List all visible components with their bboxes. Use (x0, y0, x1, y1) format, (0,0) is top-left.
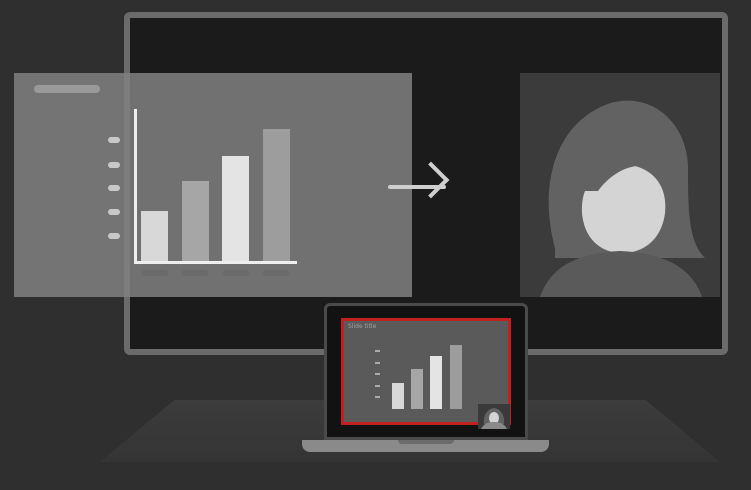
y-tick-placeholder (108, 137, 120, 143)
laptop-chart-bar (430, 356, 442, 409)
mini-y-tick (375, 385, 380, 387)
person-avatar-icon (481, 408, 507, 429)
x-label-placeholder (263, 270, 289, 276)
mini-y-tick (375, 373, 380, 375)
person-avatar-icon (540, 100, 705, 297)
chart-y-axis (134, 109, 137, 264)
laptop-slide-title: Slide title (348, 323, 377, 330)
mini-y-tick (375, 350, 380, 352)
participant-video-tile (520, 73, 720, 297)
slide-chart-bar (263, 129, 290, 261)
mini-y-tick (375, 396, 380, 398)
mini-y-tick (375, 362, 380, 364)
laptop-self-view-thumbnail (478, 404, 510, 429)
y-tick-placeholder (108, 209, 120, 215)
y-tick-placeholder (108, 162, 120, 168)
chart-x-axis (134, 261, 297, 264)
slide-title-placeholder (34, 85, 100, 93)
laptop-chart-bar (450, 345, 462, 409)
laptop-chart-bar (392, 383, 404, 409)
screen-sharing-illustration: Slide title (0, 0, 751, 490)
shared-slide (14, 73, 412, 297)
x-label-placeholder (182, 270, 208, 276)
laptop-chart-bar (411, 369, 423, 409)
slide-chart-bar (141, 211, 168, 261)
laptop-trackpad-notch (398, 440, 454, 444)
y-tick-placeholder (108, 185, 120, 191)
slide-chart-bar (182, 181, 209, 261)
slide-chart-bar (222, 156, 249, 261)
y-tick-placeholder (108, 233, 120, 239)
x-label-placeholder (142, 270, 168, 276)
x-label-placeholder (223, 270, 249, 276)
